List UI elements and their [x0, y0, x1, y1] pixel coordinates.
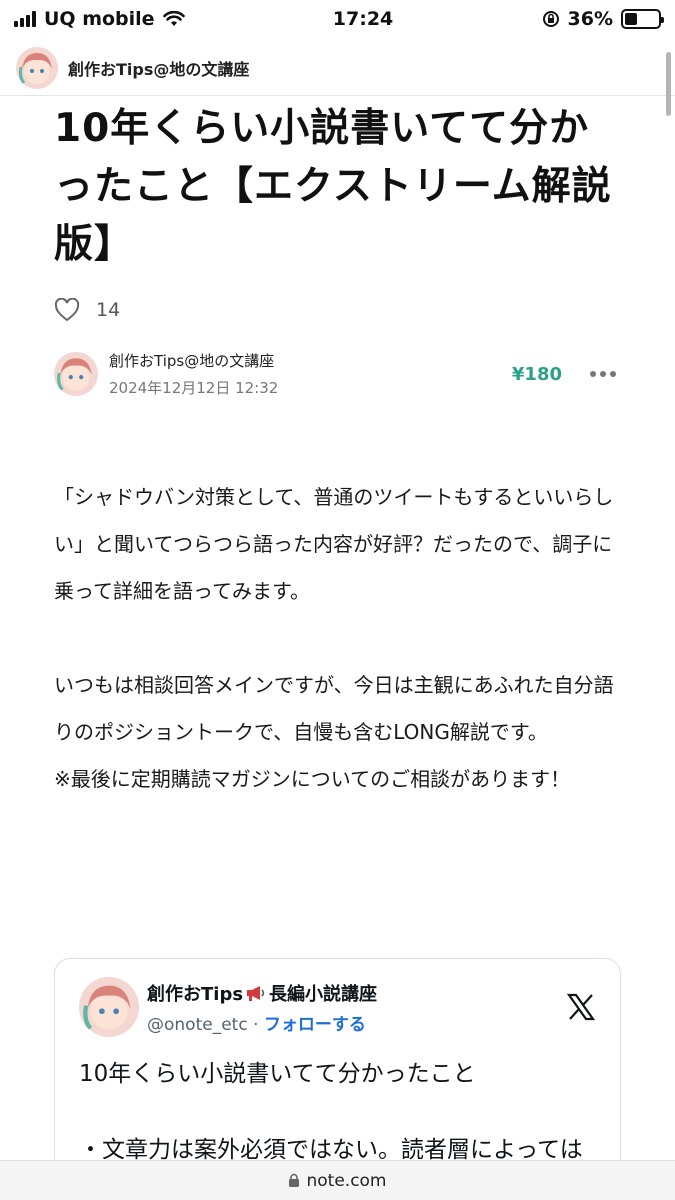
- tweet-name-suffix: 長編小説講座: [269, 983, 378, 1005]
- separator: ·: [253, 1014, 259, 1035]
- site-header: 創作おTips@地の文講座: [0, 40, 675, 96]
- wifi-icon: [162, 11, 185, 26]
- article-body: 「シャドウバン対策として、普通のツイートもするといいらしい」と聞いてつらつら語っ…: [54, 474, 624, 803]
- paragraph: いつもは相談回答メインですが、今日は主観にあふれた自分語りのポジショントークで、…: [54, 673, 614, 744]
- tweet-avatar[interactable]: [79, 977, 139, 1037]
- url-domain: note.com: [306, 1170, 387, 1191]
- author-row: 創作おTips@地の文講座 2024年12月12日 12:32 ¥180: [54, 350, 620, 398]
- megaphone-icon: [247, 985, 265, 1001]
- more-options-icon[interactable]: [590, 371, 616, 377]
- author-avatar[interactable]: [54, 352, 98, 396]
- x-logo-icon[interactable]: [566, 992, 596, 1022]
- article-title: 10年くらい小説書いてて分かったこと【エクストリーム解説版】: [54, 106, 612, 267]
- tweet-text: 10年くらい小説書いてて分かったこと: [79, 1061, 476, 1087]
- publish-date: 2024年12月12日 12:32: [109, 379, 279, 397]
- tweet-handle[interactable]: @onote_etc: [147, 1015, 248, 1035]
- lock-icon: [289, 1173, 300, 1187]
- signal-icon: [14, 11, 36, 27]
- battery-percent: 36%: [567, 8, 613, 30]
- follow-button[interactable]: フォローする: [264, 1015, 366, 1035]
- tweet-name-text: 創作おTips: [147, 983, 244, 1005]
- author-name[interactable]: 創作おTips@地の文講座: [109, 350, 278, 371]
- scrollbar[interactable]: [666, 52, 671, 116]
- like-area: 14: [54, 298, 120, 322]
- status-bar: UQ mobile 17:24 36%: [0, 0, 675, 38]
- like-count: 14: [96, 299, 121, 321]
- site-creator-name[interactable]: 創作おTips@地の文講座: [68, 56, 249, 80]
- clock: 17:24: [332, 8, 394, 30]
- creator-avatar[interactable]: [16, 46, 58, 89]
- battery-icon: [621, 9, 664, 29]
- rotation-lock-icon: [542, 11, 559, 27]
- paragraph: 「シャドウバン対策として、普通のツイートもするといいらしい」と聞いてつらつら語っ…: [54, 485, 614, 603]
- heart-icon[interactable]: [54, 298, 80, 322]
- url-bar[interactable]: note.com: [0, 1160, 675, 1200]
- tweet-author-name[interactable]: 創作おTips 長編小説講座: [147, 980, 377, 1006]
- price-label[interactable]: ¥180: [512, 364, 562, 385]
- paragraph: ※最後に定期購読マガジンについてのご相談があります！: [54, 767, 571, 791]
- carrier-label: UQ mobile: [44, 8, 155, 30]
- tweet-handle-row: @onote_etc · フォローする: [147, 1010, 377, 1035]
